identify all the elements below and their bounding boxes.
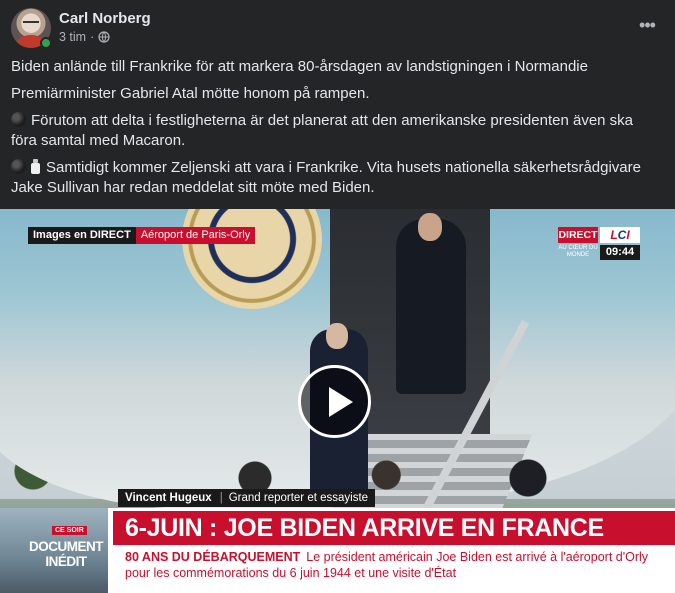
author-name[interactable]: Carl Norberg [59, 10, 151, 27]
ce-soir-badge: CE SOIR [52, 526, 87, 535]
post-paragraph-item: Förutom att delta i festligheterna är de… [11, 111, 661, 151]
meta-separator: · [90, 30, 95, 44]
news-subtitle: 80 ANS DU DÉBARQUEMENT Le président améri… [125, 549, 670, 581]
doc-title: DOCUMENT INÉDIT [29, 539, 104, 569]
black-circle-icon [11, 112, 26, 127]
channel-clock: 09:44 [600, 245, 640, 260]
live-images-label: Images en DIRECT [28, 227, 136, 244]
document-inedit-promo: CE SOIR DOCUMENT INÉDIT [0, 508, 108, 593]
black-circle-icon [11, 159, 26, 174]
channel-bug: DIRECT LCI AU CŒUR DU MONDE 09:44 [558, 227, 643, 261]
direct-label: DIRECT [558, 227, 598, 243]
aide-head [418, 213, 442, 241]
speaker-name: Vincent Hugeux [125, 492, 212, 504]
more-options-button[interactable]: ••• [632, 12, 662, 42]
post-body: Biden anlände till Frankrike för att mar… [11, 57, 661, 205]
channel-slogan: AU CŒUR DU MONDE [558, 245, 598, 258]
headline-bar: 6-JUIN : JOE BIDEN ARRIVE EN FRANCE [113, 511, 675, 545]
post-paragraph: Premiärminister Gabriel Atal mötte honom… [11, 85, 370, 102]
video-player[interactable]: Images en DIRECT Aéroport de Paris-Orly … [0, 209, 675, 593]
speaker-separator: | [219, 492, 223, 504]
post-header: Carl Norberg 3 tim · ••• [11, 8, 666, 49]
online-status-dot [40, 37, 52, 49]
post-meta: 3 tim · [59, 30, 110, 44]
lci-logo: LCI [600, 227, 640, 243]
lci-logo-l: L [610, 228, 618, 242]
post-paragraph: Biden anlände till Frankrike för att mar… [11, 58, 588, 75]
globe-icon[interactable] [98, 31, 110, 43]
post-time[interactable]: 3 tim [59, 30, 86, 44]
facebook-post: Carl Norberg 3 tim · ••• Biden anlände t… [0, 0, 675, 593]
news-banner: CE SOIR DOCUMENT INÉDIT 6-JUIN : JOE BID… [0, 508, 675, 593]
speaker-title: Grand reporter et essayiste [228, 492, 369, 504]
post-paragraph-item: Samtidigt kommer Zeljenski att vara i Fr… [11, 158, 661, 198]
speaker-lower-third: Vincent Hugeux | Grand reporter et essay… [118, 489, 376, 507]
play-icon[interactable] [298, 365, 371, 438]
avatar-glasses [23, 21, 39, 25]
bottle-icon [31, 159, 40, 174]
aide-figure [396, 213, 466, 394]
post-paragraph-text: Förutom att delta i festligheterna är de… [11, 112, 634, 149]
biden-head [326, 323, 348, 349]
lci-logo-i: I [626, 228, 630, 242]
news-headline: 6-JUIN : JOE BIDEN ARRIVE EN FRANCE [125, 514, 604, 542]
location-label: Aéroport de Paris-Orly [135, 227, 256, 244]
post-paragraph-text: Samtidigt kommer Zeljenski att vara i Fr… [11, 159, 641, 196]
live-location-tag: Images en DIRECT Aéroport de Paris-Orly [28, 227, 256, 244]
subtitle-label: 80 ANS DU DÉBARQUEMENT [125, 550, 301, 564]
